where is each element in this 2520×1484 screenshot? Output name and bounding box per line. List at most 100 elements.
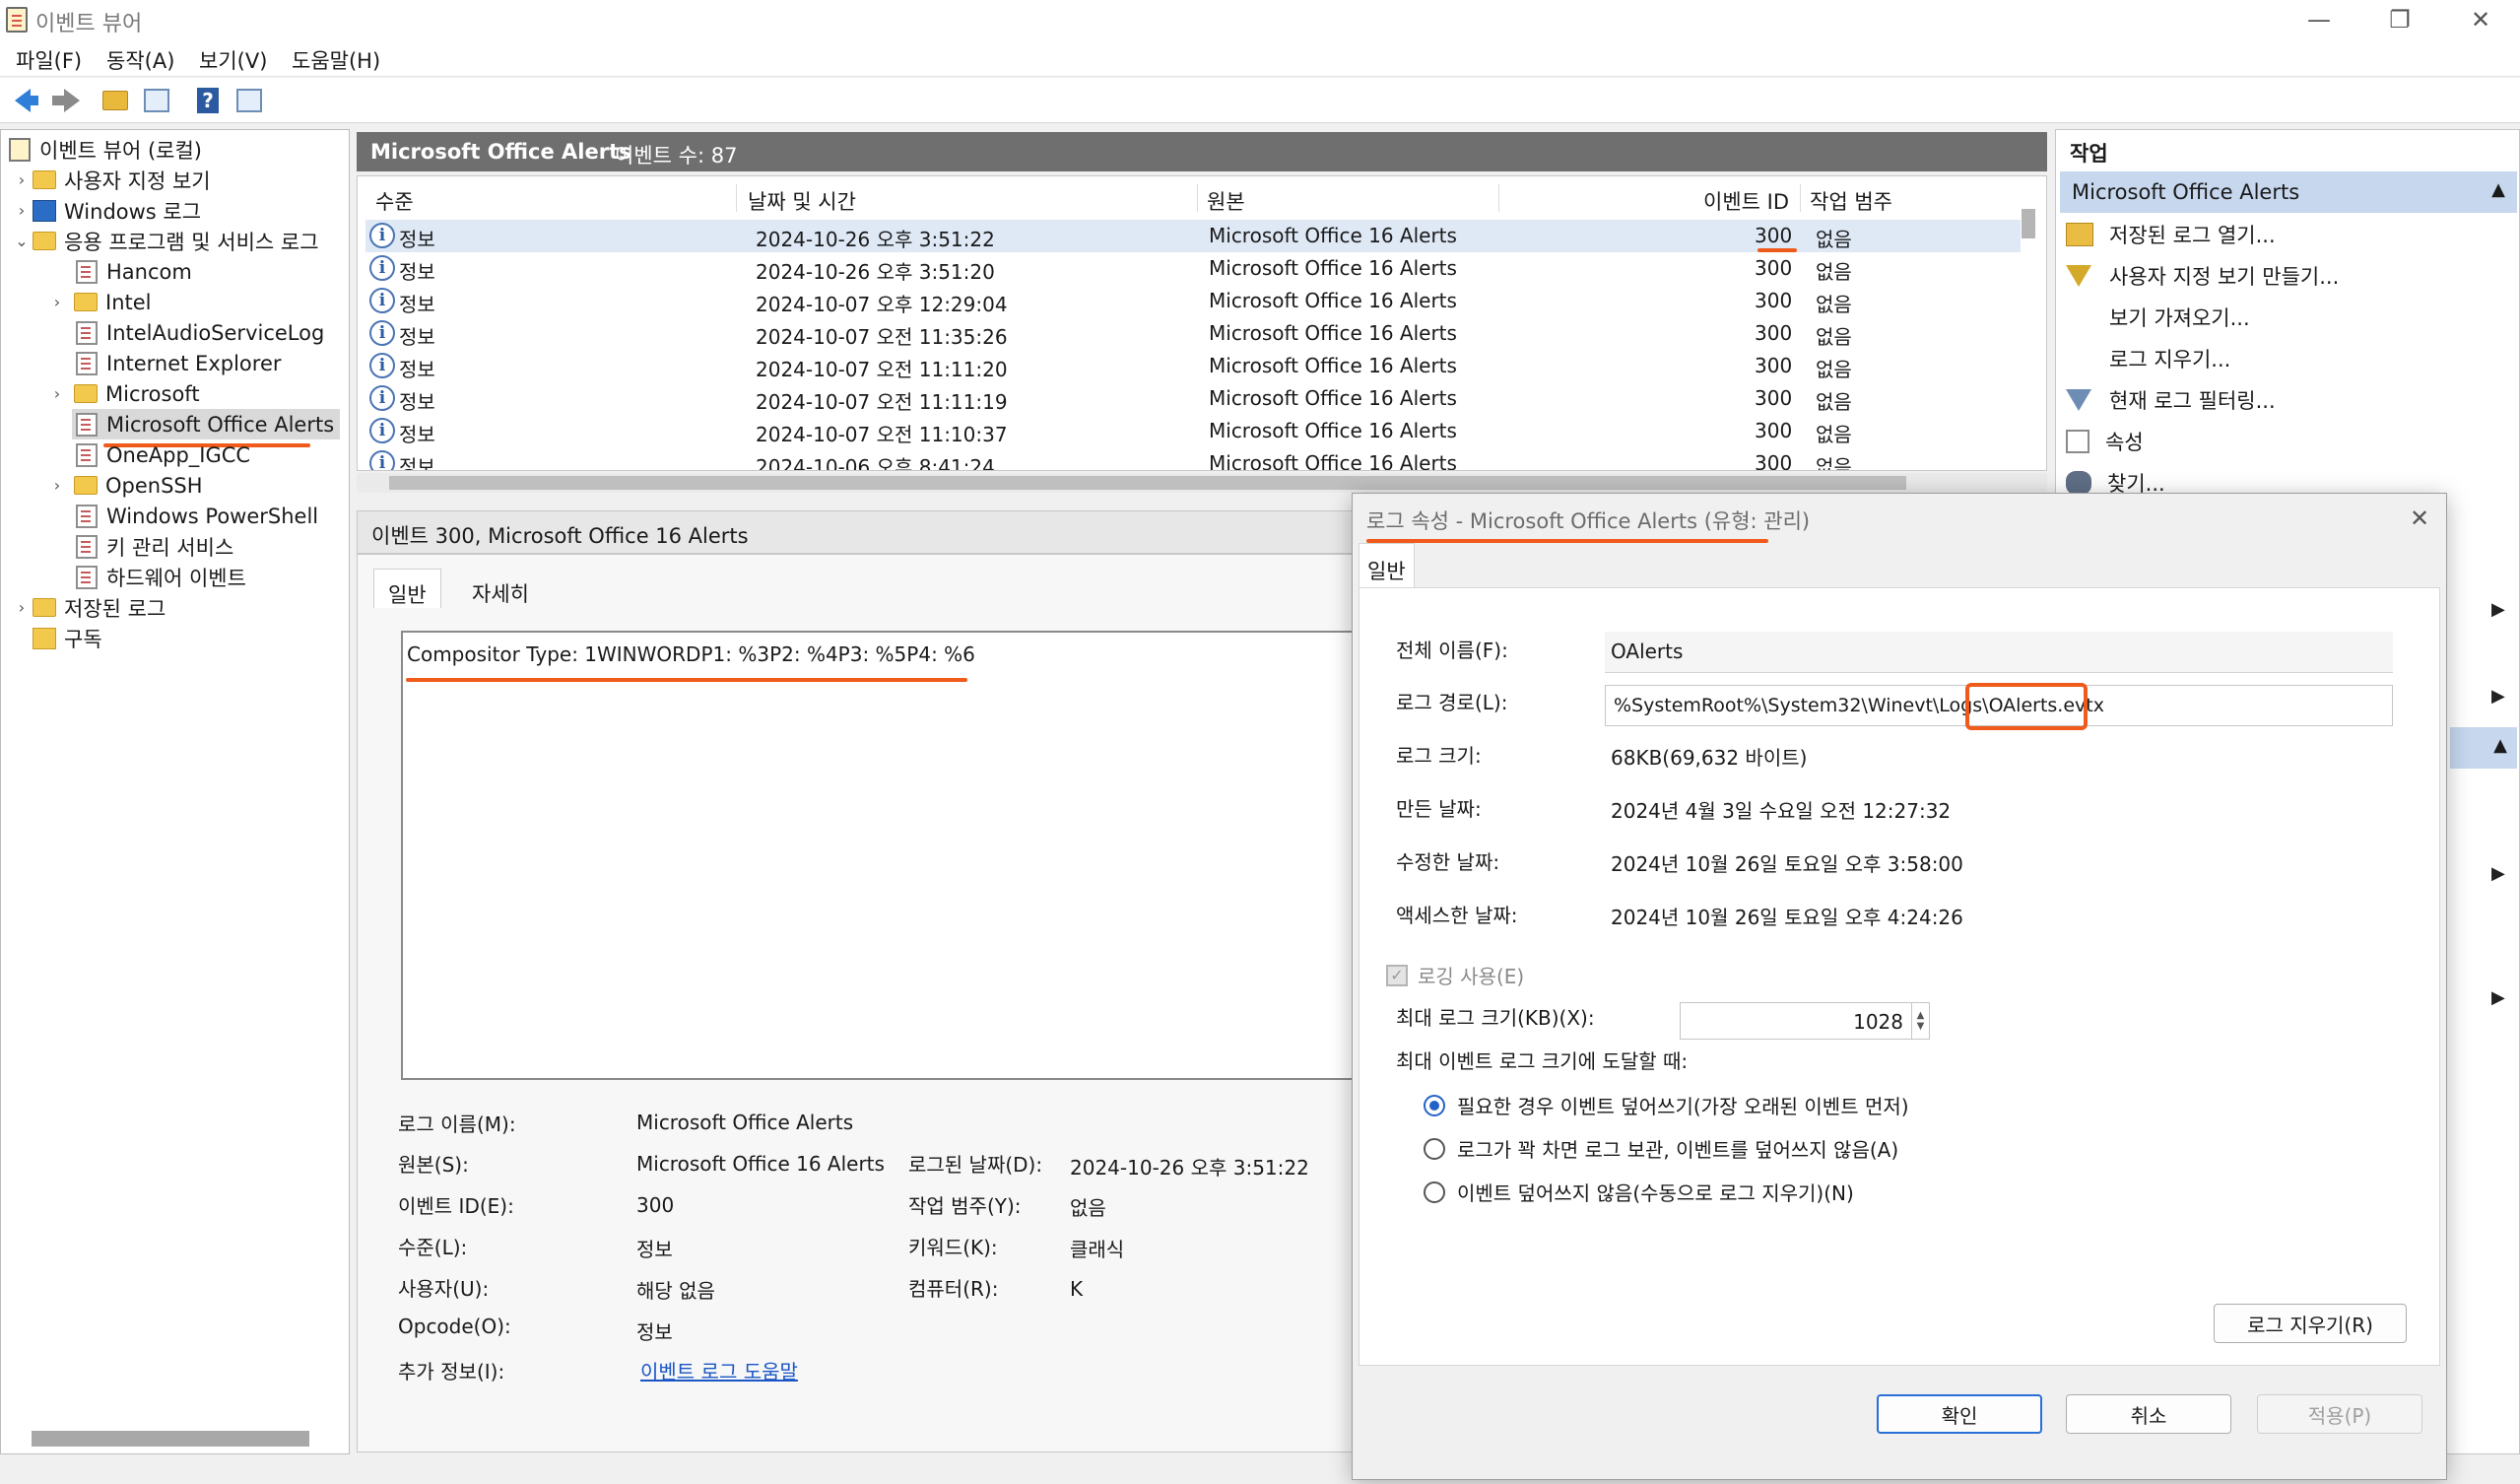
radio-archive-when-full[interactable]: 로그가 꽉 차면 로그 보관, 이벤트를 덮어쓰지 않음(A) — [1424, 1134, 1898, 1163]
full-name-field[interactable]: OAlerts — [1605, 632, 2393, 673]
submenu-arrow-icon[interactable]: ▶ — [2491, 686, 2505, 707]
column-separator[interactable] — [736, 184, 737, 212]
show-hide-action-pane-button[interactable] — [232, 85, 266, 116]
chevron-down-icon[interactable]: ⌄ — [15, 232, 29, 250]
table-row[interactable]: i 정보 2024-10-07 오전 11:11:19 Microsoft Offic… — [365, 382, 2021, 415]
tree-item-subscriptions[interactable]: 구독 — [33, 623, 102, 653]
table-row[interactable]: i 정보 2024-10-26 오후 3:51:20 Microsoft Office… — [365, 252, 2021, 285]
spinner-arrows-icon[interactable]: ▲ ▼ — [1911, 1003, 1929, 1039]
action-create-custom-view[interactable]: 사용자 지정 보기 만들기... — [2066, 256, 2339, 296]
tree-item-intel[interactable]: › Intel — [50, 287, 152, 317]
event-log-help-link[interactable]: 이벤트 로그 도움말 — [640, 1356, 798, 1384]
tree-item-windows-logs[interactable]: › Windows 로그 — [15, 195, 201, 226]
prop-log-name-label: 로그 이름(M): — [398, 1113, 516, 1136]
column-header-category[interactable]: 작업 범주 — [1810, 186, 1892, 216]
restore-button[interactable]: ❐ — [2360, 0, 2439, 39]
dialog-close-button[interactable]: ✕ — [2403, 502, 2436, 535]
actions-section-header[interactable]: Microsoft Office Alerts ▲ — [2060, 171, 2517, 213]
radio-do-not-overwrite[interactable]: 이벤트 덮어쓰지 않음(수동으로 로그 지우기)(N) — [1424, 1178, 1854, 1206]
tree-item-hancom[interactable]: Hancom — [76, 256, 192, 287]
tree-item-custom-views[interactable]: › 사용자 지정 보기 — [15, 165, 211, 195]
cell-datetime: 2024-10-26 오후 3:51:22 — [756, 228, 995, 251]
column-separator[interactable] — [1197, 184, 1198, 212]
events-horizontal-scrollbar[interactable] — [389, 476, 1906, 490]
tree-item-hardware-events[interactable]: 하드웨어 이벤트 — [76, 562, 246, 592]
event-description-box[interactable]: Compositor Type: 1WINWORDP1: %3P2: %4P3:… — [401, 631, 1485, 1080]
cancel-button[interactable]: 취소 — [2066, 1394, 2231, 1434]
action-clear-log[interactable]: 로그 지우기... — [2109, 339, 2230, 378]
modified-label: 수정한 날짜: — [1396, 850, 1500, 874]
log-icon — [76, 504, 98, 528]
chevron-right-icon[interactable]: › — [15, 201, 29, 220]
menu-file[interactable]: 파일(F) — [16, 45, 82, 75]
menu-action[interactable]: 동작(A) — [106, 45, 174, 75]
tree-item-app-service-logs[interactable]: ⌄ 응용 프로그램 및 서비스 로그 — [15, 226, 350, 256]
table-row[interactable]: i 정보 2024-10-07 오전 11:11:20 Microsoft Offic… — [365, 350, 2021, 382]
events-vertical-scrollbar[interactable] — [2022, 209, 2035, 238]
tree-item-oneapp-igcc[interactable]: OneApp_IGCC — [76, 439, 250, 470]
tree-item-openssh[interactable]: › OpenSSH — [50, 470, 203, 501]
prop-log-name: Microsoft Office Alerts — [636, 1111, 854, 1134]
tree-item-saved-logs[interactable]: › 저장된 로그 — [15, 592, 166, 623]
table-row[interactable]: i 정보 2024-10-06 오후 8:41:24 Microsoft Office… — [365, 447, 2021, 471]
radio-overwrite-as-needed[interactable]: 필요한 경우 이벤트 덮어쓰기(가장 오래된 이벤트 먼저) — [1424, 1091, 1909, 1119]
tree-item-microsoft[interactable]: › Microsoft — [50, 378, 200, 409]
max-size-label: 최대 로그 크기(KB)(X): — [1396, 1006, 1595, 1030]
submenu-arrow-icon[interactable]: ▶ — [2491, 863, 2505, 884]
tree-root[interactable]: 이벤트 뷰어 (로컬) — [9, 134, 202, 165]
help-button[interactable]: ? — [191, 85, 225, 116]
table-row[interactable]: i 정보 2024-10-07 오전 11:10:37 Microsoft Offic… — [365, 415, 2021, 447]
windows-logs-icon — [33, 199, 56, 222]
column-separator[interactable] — [1800, 184, 1801, 212]
menu-view[interactable]: 보기(V) — [199, 45, 267, 75]
properties-icon — [2066, 430, 2089, 453]
tab-general[interactable]: 일반 — [373, 569, 441, 608]
forward-button[interactable] — [45, 85, 80, 116]
clear-log-button[interactable]: 로그 지우기(R) — [2214, 1304, 2407, 1343]
cell-datetime: 2024-10-26 오후 3:51:20 — [756, 260, 995, 284]
action-open-saved-log[interactable]: 저장된 로그 열기... — [2066, 215, 2276, 254]
tree-item-internet-explorer[interactable]: Internet Explorer — [76, 348, 282, 378]
tree-item-microsoft-office-alerts[interactable]: Microsoft Office Alerts — [72, 409, 341, 439]
action-properties[interactable]: 속성 — [2066, 422, 2144, 461]
tab-details[interactable]: 자세히 — [458, 569, 543, 608]
tree-item-key-management[interactable]: 키 관리 서비스 — [76, 531, 233, 562]
info-icon: i — [369, 418, 395, 443]
action-import-view[interactable]: 보기 가져오기... — [2109, 298, 2250, 337]
tree-item-windows-powershell[interactable]: Windows PowerShell — [76, 501, 318, 531]
table-row[interactable]: i 정보 2024-10-07 오전 11:35:26 Microsoft Offic… — [365, 317, 2021, 350]
actions-section-header-2[interactable]: ▲ — [2450, 727, 2517, 769]
table-row[interactable]: i 정보 2024-10-07 오후 12:29:04 Microsoft Offic… — [365, 285, 2021, 317]
column-separator[interactable] — [1498, 184, 1499, 212]
column-header-datetime[interactable]: 날짜 및 시간 — [748, 186, 856, 216]
show-hide-tree-button[interactable] — [140, 85, 173, 116]
max-size-stepper[interactable]: 1028 ▲ ▼ — [1680, 1002, 1930, 1040]
dialog-tab-general[interactable]: 일반 — [1359, 543, 1415, 588]
tree-horizontal-scrollbar[interactable] — [32, 1431, 309, 1447]
annotation-box-log-file — [1965, 683, 2088, 730]
minimize-button[interactable]: — — [2280, 0, 2358, 39]
chevron-right-icon[interactable]: › — [50, 476, 64, 495]
chevron-right-icon[interactable]: › — [50, 293, 64, 311]
column-header-level[interactable]: 수준 — [375, 186, 414, 216]
column-header-event-id[interactable]: 이벤트 ID — [1703, 186, 1789, 216]
events-panel-header: Microsoft Office Alerts 이벤트 수: 87 — [357, 132, 2047, 171]
menu-help[interactable]: 도움말(H) — [292, 45, 380, 75]
close-button[interactable]: ✕ — [2441, 0, 2520, 39]
collapse-up-icon[interactable]: ▲ — [2491, 179, 2505, 200]
chevron-right-icon[interactable]: › — [50, 384, 64, 403]
cell-event-id: 300 — [1755, 451, 1793, 471]
chevron-right-icon[interactable]: › — [15, 598, 29, 617]
chevron-right-icon[interactable]: › — [15, 170, 29, 189]
submenu-arrow-icon[interactable]: ▶ — [2491, 599, 2505, 620]
column-header-source[interactable]: 원본 — [1207, 186, 1245, 216]
apply-button[interactable]: 적용(P) — [2257, 1394, 2422, 1434]
up-folder-button[interactable] — [99, 85, 132, 116]
enable-logging-checkbox[interactable]: ✓ 로깅 사용(E) — [1386, 961, 1524, 989]
submenu-arrow-icon[interactable]: ▶ — [2491, 987, 2505, 1008]
ok-button[interactable]: 확인 — [1877, 1394, 2042, 1434]
back-button[interactable] — [6, 85, 39, 116]
collapse-up-icon[interactable]: ▲ — [2493, 735, 2507, 756]
action-filter-current-log[interactable]: 현재 로그 필터링... — [2066, 380, 2276, 420]
tree-item-intel-audio[interactable]: IntelAudioServiceLog — [76, 317, 324, 348]
